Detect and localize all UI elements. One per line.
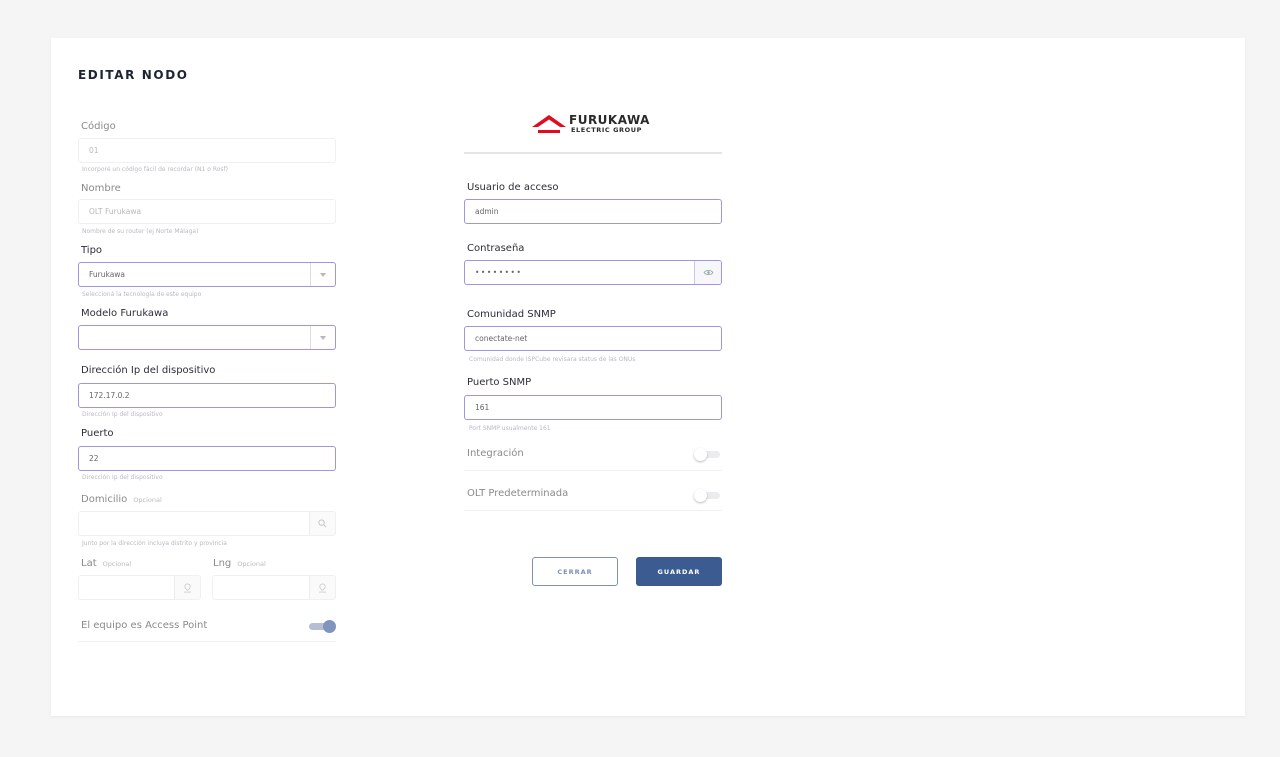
divider <box>464 510 722 511</box>
furukawa-logo: FURUKAWA ELECTRIC GROUP <box>531 112 661 138</box>
nombre-value: OLT Furukawa <box>89 207 142 216</box>
modelo-select[interactable] <box>78 325 336 350</box>
search-icon[interactable] <box>309 512 335 535</box>
password-input[interactable]: •••••••• <box>464 260 722 285</box>
access-point-label: El equipo es Access Point <box>81 620 208 631</box>
chevron-down-icon <box>310 263 335 286</box>
tipo-help: Seleccioná la tecnología de este equipo <box>82 291 202 298</box>
page-title: EDITAR NODO <box>78 68 189 82</box>
puerto-snmp-value: 161 <box>475 403 490 412</box>
lat-label: Lat Opcional <box>81 558 131 569</box>
domicilio-label: Domicilio Opcional <box>81 494 162 505</box>
integracion-label: Integración <box>467 448 524 459</box>
lng-label-text: Lng <box>213 558 232 569</box>
modelo-label: Modelo Furukawa <box>81 308 169 319</box>
codigo-value: 01 <box>89 146 99 155</box>
usuario-label: Usuario de acceso <box>467 182 559 193</box>
password-value: •••••••• <box>475 268 523 277</box>
chevron-down-icon <box>310 326 335 349</box>
lng-input[interactable] <box>212 575 336 600</box>
logo-main-text: FURUKAWA <box>569 113 650 127</box>
eye-icon[interactable] <box>694 261 721 284</box>
comunidad-label: Comunidad SNMP <box>467 309 556 320</box>
ip-label: Dirección Ip del dispositivo <box>81 365 216 376</box>
tipo-value: Furukawa <box>89 270 126 279</box>
domicilio-optional: Opcional <box>133 496 162 504</box>
domicilio-input[interactable] <box>78 511 336 536</box>
puerto-value: 22 <box>89 454 99 463</box>
domicilio-help: Junto por la dirección incluya distrito … <box>82 540 227 547</box>
puerto-snmp-help: Port SNMP usualmente 161 <box>469 425 551 432</box>
tipo-select[interactable]: Furukawa <box>78 262 336 287</box>
location-pin-icon[interactable] <box>309 576 335 599</box>
lat-label-text: Lat <box>81 558 97 569</box>
domicilio-label-text: Domicilio <box>81 494 128 505</box>
olt-predeterminada-toggle[interactable] <box>694 489 720 502</box>
nombre-input[interactable]: OLT Furukawa <box>78 199 336 224</box>
logo-sub-text: ELECTRIC GROUP <box>571 126 642 134</box>
edit-node-card: EDITAR NODO Código 01 Incorporé un códig… <box>51 38 1245 716</box>
guardar-button[interactable]: GUARDAR <box>636 557 722 586</box>
ip-input[interactable]: 172.17.0.2 <box>78 383 336 408</box>
puerto-snmp-input[interactable]: 161 <box>464 395 722 420</box>
ip-help: Dirección Ip del dispositivo <box>82 411 163 418</box>
ip-value: 172.17.0.2 <box>89 391 130 400</box>
puerto-input[interactable]: 22 <box>78 446 336 471</box>
nombre-help: Nombre de su router (ej Norte Málaga) <box>82 228 199 235</box>
lng-optional: Opcional <box>237 560 266 568</box>
puerto-snmp-label: Puerto SNMP <box>467 377 532 388</box>
codigo-input[interactable]: 01 <box>78 138 336 163</box>
divider <box>464 470 722 471</box>
comunidad-help: Comunidad donde ISPCube revisara status … <box>469 356 636 363</box>
lng-label: Lng Opcional <box>213 558 266 569</box>
access-point-toggle[interactable] <box>309 620 336 633</box>
puerto-help: Dirección Ip del dispositivo <box>82 474 163 481</box>
comunidad-input[interactable]: conectate-net <box>464 326 722 351</box>
codigo-label: Código <box>81 121 116 132</box>
codigo-help: Incorporé un código fácil de recordar (N… <box>82 166 229 173</box>
olt-predeterminada-label: OLT Predeterminada <box>467 488 569 499</box>
comunidad-value: conectate-net <box>475 334 528 343</box>
location-pin-icon[interactable] <box>174 576 200 599</box>
contrasena-label: Contraseña <box>467 243 525 254</box>
nombre-label: Nombre <box>81 183 121 194</box>
integracion-toggle[interactable] <box>694 448 720 461</box>
lat-input[interactable] <box>78 575 201 600</box>
divider <box>78 641 336 642</box>
cerrar-button[interactable]: CERRAR <box>532 557 618 586</box>
usuario-input[interactable]: admin <box>464 199 722 224</box>
logo-divider <box>464 152 722 154</box>
lat-optional: Opcional <box>102 560 132 568</box>
tipo-label: Tipo <box>81 245 103 256</box>
usuario-value: admin <box>475 207 499 216</box>
puerto-label: Puerto <box>81 428 114 439</box>
